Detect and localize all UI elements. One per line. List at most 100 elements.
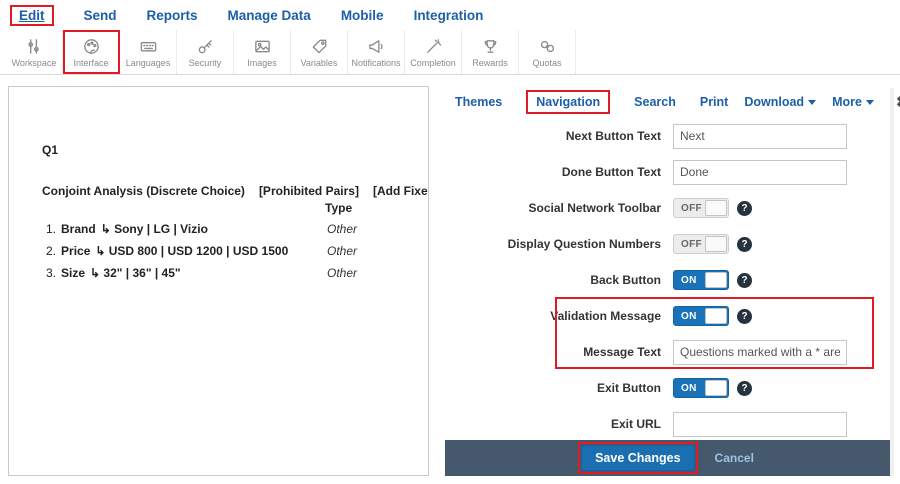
toolbar-item-workspace[interactable]: Workspace [6,30,63,74]
setting-label: Message Text [445,345,673,359]
setting-row-display-question-numbers: Display Question Numbers OFF ? [445,226,890,262]
toolbar-item-languages[interactable]: Languages [120,30,177,74]
help-icon[interactable]: ? [737,237,752,252]
toolbar-item-label: Rewards [472,58,508,68]
chain-links-icon [538,37,557,56]
toolbar: Workspace Interface Languages Security I… [0,30,900,75]
toggle-knob [705,380,727,396]
more-label: More [832,95,862,109]
prohibited-pairs-link[interactable]: [Prohibited Pairs] [259,184,359,198]
toolbar-item-interface[interactable]: Interface [63,30,120,74]
row-number: 2. [46,243,56,259]
attribute-levels: ↳ USD 800 | USD 1200 | USD 1500 [95,243,288,259]
validation-message-toggle[interactable]: ON [673,306,729,326]
setting-row-social-network-toolbar: Social Network Toolbar OFF ? [445,190,890,226]
question-header: Conjoint Analysis (Discrete Choice) [Pro… [42,184,428,198]
help-icon[interactable]: ? [737,201,752,216]
next-button-text-input[interactable] [673,124,847,149]
setting-row-exit-url: Exit URL [445,406,890,442]
toggle-state-label: ON [674,383,697,394]
setting-label: Done Button Text [445,165,673,179]
back-button-toggle[interactable]: ON [673,270,729,290]
tab-navigation[interactable]: Navigation [526,90,610,114]
toggle-knob [705,236,727,252]
panel-footer: Save Changes Cancel [445,440,890,476]
navigation-settings-form: Next Button Text Done Button Text Social… [445,118,890,442]
attribute-name: Price [61,243,90,259]
setting-label: Social Network Toolbar [445,201,673,215]
message-text-input[interactable] [673,340,847,365]
menu-item-integration[interactable]: Integration [414,8,484,23]
download-label: Download [744,95,804,109]
tab-search[interactable]: Search [634,95,676,109]
toggle-state-label: ON [674,275,697,286]
image-icon [253,37,272,56]
setting-label: Display Question Numbers [445,237,673,251]
display-question-numbers-toggle[interactable]: OFF [673,234,729,254]
attribute-name: Brand [61,221,96,237]
toolbar-item-notifications[interactable]: Notifications [348,30,405,74]
done-button-text-input[interactable] [673,160,847,185]
toggle-knob [705,308,727,324]
attribute-type: Other [327,265,357,281]
setting-label: Back Button [445,273,673,287]
tab-themes[interactable]: Themes [455,95,502,109]
download-link[interactable]: Download [744,95,816,109]
setting-label: Next Button Text [445,129,673,143]
row-number: 1. [46,221,56,237]
type-column-header: Type [325,201,428,215]
keyboard-icon [139,37,158,56]
menu-item-edit[interactable]: Edit [10,5,54,26]
toolbar-item-completion[interactable]: Completion [405,30,462,74]
chevron-down-icon [808,100,816,105]
toolbar-item-security[interactable]: Security [177,30,234,74]
toggle-knob [705,200,727,216]
help-icon[interactable]: ? [737,381,752,396]
menu-item-send[interactable]: Send [84,8,117,23]
setting-label: Exit URL [445,417,673,431]
exit-button-toggle[interactable]: ON [673,378,729,398]
toolbar-item-variables[interactable]: Variables [291,30,348,74]
cancel-link[interactable]: Cancel [715,451,754,465]
setting-label: Exit Button [445,381,673,395]
conjoint-attribute-row: 3. Size ↳ 32" | 36" | 45" Other [46,265,428,281]
menu-item-manage-data[interactable]: Manage Data [228,8,311,23]
toolbar-item-label: Notifications [351,58,400,68]
question-id: Q1 [42,143,428,157]
attribute-type: Other [327,221,357,237]
toolbar-item-label: Interface [73,58,108,68]
print-link[interactable]: Print [700,95,728,109]
add-fixed-tasks-link[interactable]: [Add Fixed Tasks [373,184,429,198]
toolbar-item-images[interactable]: Images [234,30,291,74]
toolbar-item-label: Languages [126,58,171,68]
setting-row-next-button-text: Next Button Text [445,118,890,154]
toggle-state-label: OFF [674,203,702,214]
help-icon[interactable]: ? [737,273,752,288]
attribute-name: Size [61,265,85,281]
toolbar-item-rewards[interactable]: Rewards [462,30,519,74]
survey-preview-panel: Q1 Conjoint Analysis (Discrete Choice) [… [8,86,429,476]
exit-url-input[interactable] [673,412,847,437]
menu-item-reports[interactable]: Reports [147,8,198,23]
social-network-toolbar-toggle[interactable]: OFF [673,198,729,218]
settings-tabbar: Themes Navigation Search Print Download … [445,88,890,116]
panel-actions: Print Download More ✖ [700,93,900,111]
toolbar-item-label: Security [189,58,222,68]
attribute-levels: ↳ 32" | 36" | 45" [90,265,181,281]
save-changes-button[interactable]: Save Changes [581,445,694,471]
close-icon[interactable]: ✖ [896,93,900,111]
attribute-levels: ↳ Sony | LG | Vizio [101,221,208,237]
setting-row-validation-message: Validation Message ON ? [445,298,890,334]
settings-panel: Themes Navigation Search Print Download … [445,88,894,476]
menubar: Edit Send Reports Manage Data Mobile Int… [0,0,900,30]
palette-icon [82,37,101,56]
attribute-type: Other [327,243,357,259]
toolbar-item-label: Variables [301,58,338,68]
toolbar-item-quotas[interactable]: Quotas [519,30,576,74]
help-icon[interactable]: ? [737,309,752,324]
chevron-down-icon [866,100,874,105]
menu-item-mobile[interactable]: Mobile [341,8,384,23]
question-title: Conjoint Analysis (Discrete Choice) [42,184,245,198]
toolbar-item-label: Completion [410,58,456,68]
more-link[interactable]: More [832,95,874,109]
